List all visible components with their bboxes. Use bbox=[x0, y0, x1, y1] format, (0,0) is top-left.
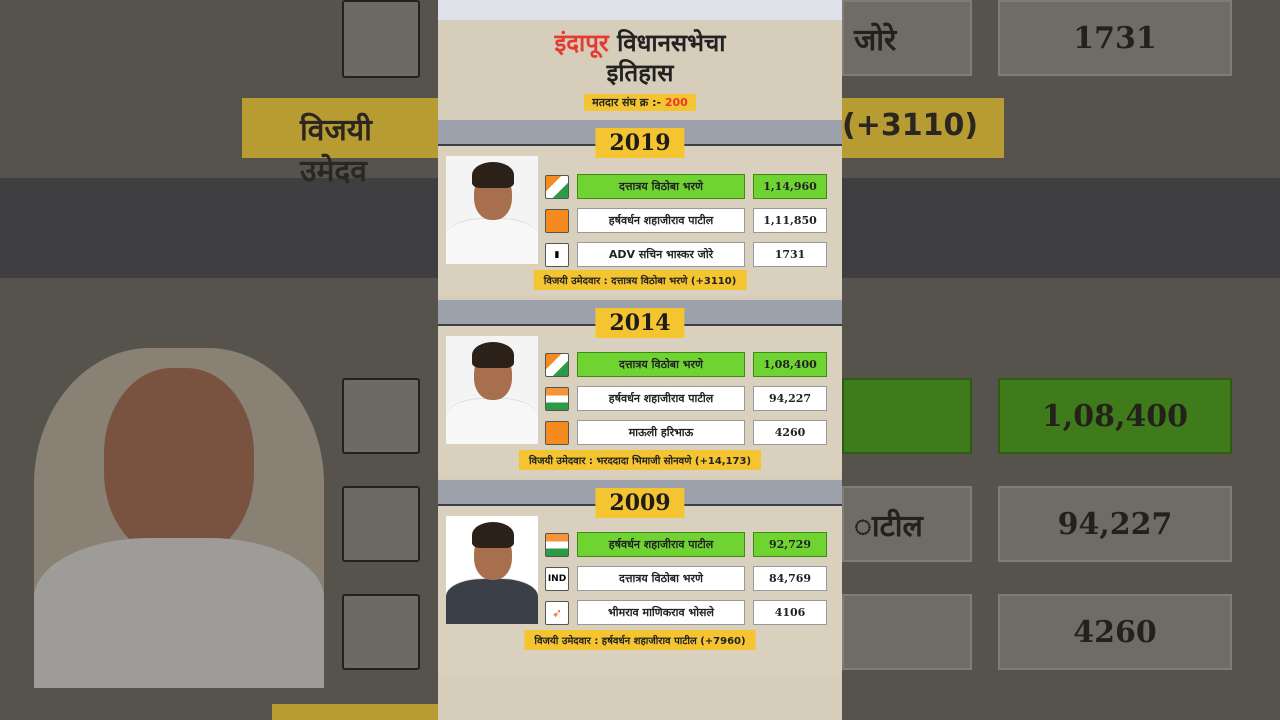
year-badge: 2019 bbox=[595, 128, 685, 158]
left-blurred-background: विजयी उमेदव bbox=[0, 0, 438, 720]
bjp-lotus-icon bbox=[545, 208, 569, 233]
title-highlight: इंदापूर bbox=[554, 29, 609, 57]
candidate-photo bbox=[446, 156, 538, 264]
candidate-rows: दत्तात्रय विठोबा भरणे 1,08,400 हर्षवर्धन… bbox=[545, 352, 827, 454]
candidate-row: हर्षवर्धन शहाजीराव पाटील 94,227 bbox=[545, 386, 827, 411]
candidate-votes: 1731 bbox=[753, 242, 827, 267]
election-section-2014: 2014 दत्तात्रय विठोबा भरणे 1,08,400 हर्ष… bbox=[438, 300, 842, 476]
candidate-votes: 92,729 bbox=[753, 532, 827, 557]
candidate-votes: 1,14,960 bbox=[753, 174, 827, 199]
section-body: दत्तात्रय विठोबा भरणे 1,08,400 हर्षवर्धन… bbox=[438, 326, 842, 476]
candidate-row: माऊली हरिभाऊ 4260 bbox=[545, 420, 827, 445]
bg-votes-box: 1731 bbox=[998, 0, 1232, 76]
constituency-label: मतदार संघ क्र :- bbox=[592, 96, 662, 109]
bg-winner-banner-bottom bbox=[272, 704, 438, 720]
candidate-votes: 1,08,400 bbox=[753, 352, 827, 377]
inc-hand-icon bbox=[545, 386, 569, 411]
candidate-row: IND दत्तात्रय विठोबा भरणे 84,769 bbox=[545, 566, 827, 591]
candidate-name: दत्तात्रय विठोबा भरणे bbox=[577, 566, 745, 591]
candidate-photo bbox=[446, 336, 538, 444]
gas-cylinder-icon: ▮ bbox=[545, 242, 569, 267]
candidate-name: हर्षवर्धन शहाजीराव पाटील bbox=[577, 532, 745, 557]
bg-ncp-logo bbox=[342, 378, 420, 454]
section-body: हर्षवर्धन शहाजीराव पाटील 92,729 IND दत्त… bbox=[438, 506, 842, 676]
title-line2: इतिहास bbox=[606, 59, 674, 87]
bg-dark-band bbox=[842, 178, 1280, 278]
inc-hand-icon bbox=[545, 532, 569, 557]
bg-cylinder-logo bbox=[342, 0, 420, 78]
candidate-row: हर्षवर्धन शहाजीराव पाटील 92,729 bbox=[545, 532, 827, 557]
winner-banner: विजयी उमेदवार : हर्षवर्धन शहाजीराव पाटील… bbox=[524, 630, 756, 650]
independent-icon: IND bbox=[545, 566, 569, 591]
main-panel: इंदापूर विधानसभेचा इतिहास मतदार संघ क्र … bbox=[438, 0, 842, 720]
candidate-rows: दत्तात्रय विठोबा भरणे 1,14,960 हर्षवर्धन… bbox=[545, 174, 827, 276]
candidate-votes: 94,227 bbox=[753, 386, 827, 411]
header: इंदापूर विधानसभेचा इतिहास मतदार संघ क्र … bbox=[438, 20, 842, 120]
candidate-row: ▮ ADV सचिन भास्कर जोरे 1731 bbox=[545, 242, 827, 267]
candidate-row: हर्षवर्धन शहाजीराव पाटील 1,11,850 bbox=[545, 208, 827, 233]
bg-votes-box: 94,227 bbox=[998, 486, 1232, 562]
candidate-name: हर्षवर्धन शहाजीराव पाटील bbox=[577, 208, 745, 233]
section-strip: 2014 bbox=[438, 300, 842, 338]
bg-name-box bbox=[842, 594, 972, 670]
candidate-name: दत्तात्रय विठोबा भरणे bbox=[577, 352, 745, 377]
candidate-name: भीमराव माणिकराव भोसले bbox=[577, 600, 745, 625]
candidate-rows: हर्षवर्धन शहाजीराव पाटील 92,729 IND दत्त… bbox=[545, 532, 827, 634]
candidate-name: माऊली हरिभाऊ bbox=[577, 420, 745, 445]
page-title: इंदापूर विधानसभेचा इतिहास bbox=[438, 28, 842, 88]
section-strip: 2019 bbox=[438, 120, 842, 158]
bg-winner-banner: विजयी उमेदव bbox=[242, 98, 438, 189]
section-strip: 2009 bbox=[438, 480, 842, 518]
bg-name-box-green bbox=[842, 378, 972, 454]
candidate-votes: 1,11,850 bbox=[753, 208, 827, 233]
year-badge: 2009 bbox=[595, 488, 685, 518]
winner-banner: विजयी उमेदवार : दत्तात्रय विठोबा भरणे (+… bbox=[533, 270, 747, 290]
bg-dark-band bbox=[0, 178, 438, 278]
bg-name-box: ाटील bbox=[842, 486, 972, 562]
candidate-name: दत्तात्रय विठोबा भरणे bbox=[577, 174, 745, 199]
right-blurred-background: जोरे 1731 (+3110) 1,08,400 ाटील 94,227 4… bbox=[842, 0, 1280, 720]
bg-candidate-photo bbox=[34, 348, 324, 688]
candidate-row: ➶ भीमराव माणिकराव भोसले 4106 bbox=[545, 600, 827, 625]
bg-votes-box-green: 1,08,400 bbox=[998, 378, 1232, 454]
election-section-2019: 2019 दत्तात्रय विठोबा भरणे 1,14,960 हर्ष… bbox=[438, 120, 842, 296]
candidate-votes: 4106 bbox=[753, 600, 827, 625]
candidate-photo bbox=[446, 516, 538, 624]
title-rest: विधानसभेचा bbox=[608, 29, 726, 57]
candidate-name: हर्षवर्धन शहाजीराव पाटील bbox=[577, 386, 745, 411]
candidate-row: दत्तात्रय विठोबा भरणे 1,14,960 bbox=[545, 174, 827, 199]
constituency-number: 200 bbox=[664, 96, 688, 109]
bg-winner-banner: (+3110) bbox=[842, 98, 1004, 158]
candidate-votes: 4260 bbox=[753, 420, 827, 445]
constituency-badge: मतदार संघ क्र :- 200 bbox=[584, 94, 696, 111]
ncp-clock-icon bbox=[545, 174, 569, 199]
candidate-name: ADV सचिन भास्कर जोरे bbox=[577, 242, 745, 267]
section-body: दत्तात्रय विठोबा भरणे 1,14,960 हर्षवर्धन… bbox=[438, 146, 842, 296]
bg-name-box: जोरे bbox=[842, 0, 972, 76]
top-strip bbox=[438, 0, 842, 20]
candidate-votes: 84,769 bbox=[753, 566, 827, 591]
winner-banner: विजयी उमेदवार : भरददादा भिमाजी सोनवणे (+… bbox=[518, 450, 762, 470]
bjp-lotus-icon bbox=[545, 420, 569, 445]
shivsena-bow-icon: ➶ bbox=[545, 600, 569, 625]
ncp-clock-icon bbox=[545, 352, 569, 377]
bg-inc-logo bbox=[342, 486, 420, 562]
year-badge: 2014 bbox=[595, 308, 685, 338]
bg-bjp-logo bbox=[342, 594, 420, 670]
candidate-row: दत्तात्रय विठोबा भरणे 1,08,400 bbox=[545, 352, 827, 377]
election-section-2009: 2009 हर्षवर्धन शहाजीराव पाटील 92,729 IND… bbox=[438, 480, 842, 676]
bg-votes-box: 4260 bbox=[998, 594, 1232, 670]
